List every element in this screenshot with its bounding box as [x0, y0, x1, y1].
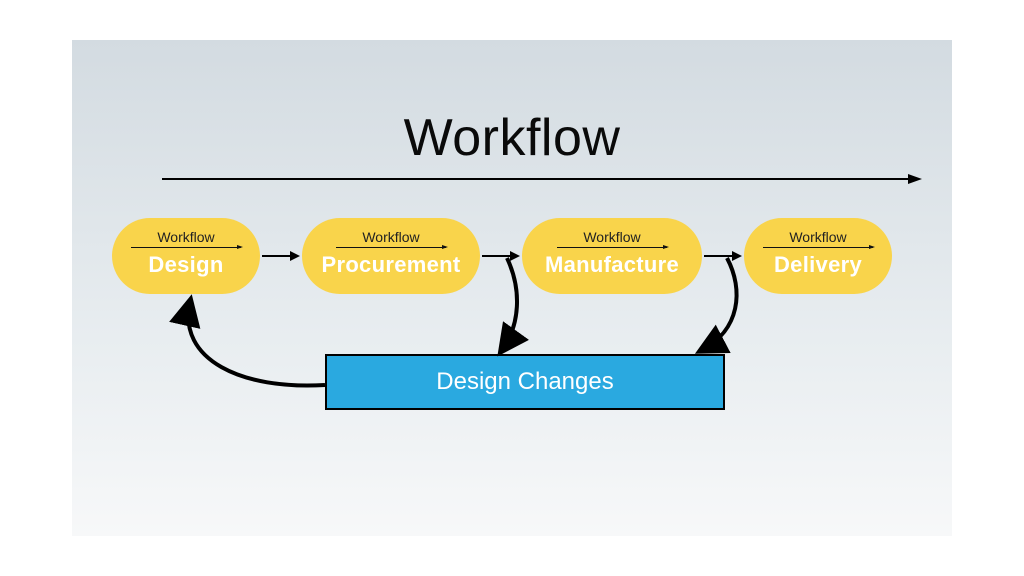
stage-sublabel: Workflow [362, 229, 419, 245]
workflow-stages-row: Workflow Design Workflow Procurement Wor… [112, 218, 932, 294]
workflow-diagram: Workflow Workflow Design Workflow Procur… [72, 40, 952, 536]
stage-label: Procurement [321, 252, 460, 278]
stage-procurement: Workflow Procurement [302, 218, 480, 294]
mini-arrow-icon [336, 247, 446, 248]
stage-label: Delivery [774, 252, 862, 278]
curve-arrow-changes-to-design [188, 302, 325, 386]
arrow-right-icon [262, 251, 300, 261]
diagram-title: Workflow [72, 108, 952, 168]
design-changes-box: Design Changes [325, 354, 725, 410]
mini-arrow-icon [763, 247, 873, 248]
stage-delivery: Workflow Delivery [744, 218, 892, 294]
stage-design: Workflow Design [112, 218, 260, 294]
stage-label: Manufacture [545, 252, 679, 278]
mini-arrow-icon [557, 247, 667, 248]
main-flow-arrow [162, 174, 922, 184]
stage-sublabel: Workflow [157, 229, 214, 245]
arrow-right-icon [482, 251, 520, 261]
stage-sublabel: Workflow [583, 229, 640, 245]
arrow-right-icon [704, 251, 742, 261]
stage-label: Design [148, 252, 223, 278]
mini-arrow-icon [131, 247, 241, 248]
stage-sublabel: Workflow [789, 229, 846, 245]
stage-manufacture: Workflow Manufacture [522, 218, 702, 294]
